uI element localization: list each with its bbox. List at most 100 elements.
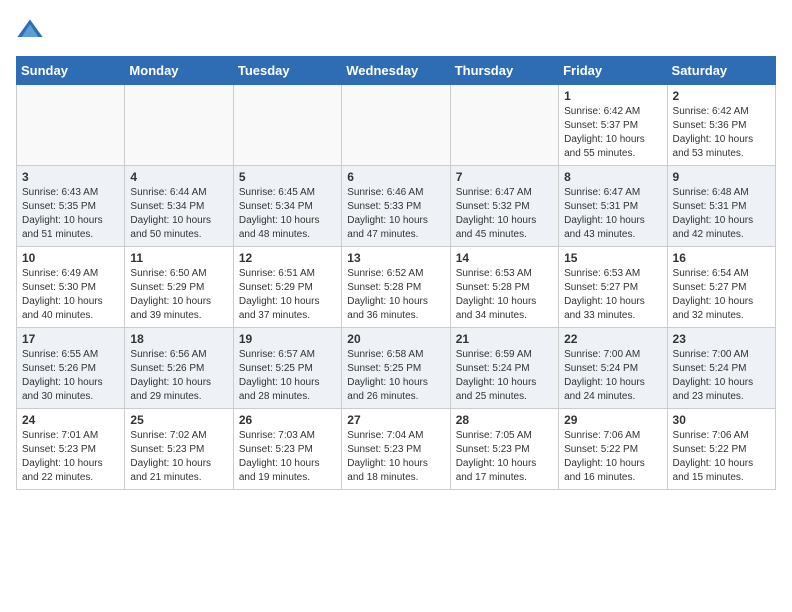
- day-info: Sunrise: 6:52 AM Sunset: 5:28 PM Dayligh…: [347, 267, 444, 323]
- calendar-day-cell: 21 Sunrise: 6:59 AM Sunset: 5:24 PM Dayli…: [450, 328, 558, 409]
- day-info: Sunrise: 7:04 AM Sunset: 5:23 PM Dayligh…: [347, 429, 444, 485]
- day-number: 2: [673, 89, 770, 103]
- day-info: Sunrise: 6:47 AM Sunset: 5:32 PM Dayligh…: [456, 186, 553, 242]
- day-info: Sunrise: 7:01 AM Sunset: 5:23 PM Dayligh…: [22, 429, 119, 485]
- column-header-tuesday: Tuesday: [233, 57, 341, 85]
- day-info: Sunrise: 6:50 AM Sunset: 5:29 PM Dayligh…: [130, 267, 227, 323]
- column-header-monday: Monday: [125, 57, 233, 85]
- day-number: 10: [22, 251, 119, 265]
- calendar-day-cell: 23 Sunrise: 7:00 AM Sunset: 5:24 PM Dayli…: [667, 328, 775, 409]
- day-number: 5: [239, 170, 336, 184]
- column-header-thursday: Thursday: [450, 57, 558, 85]
- day-info: Sunrise: 7:06 AM Sunset: 5:22 PM Dayligh…: [673, 429, 770, 485]
- logo: [16, 16, 48, 44]
- calendar-day-cell: 29 Sunrise: 7:06 AM Sunset: 5:22 PM Dayli…: [559, 409, 667, 490]
- calendar-week-row: 17Sunrise: 6:55 AM Sunset: 5:26 PM Dayli…: [17, 328, 776, 409]
- column-header-sunday: Sunday: [17, 57, 125, 85]
- day-info: Sunrise: 6:53 AM Sunset: 5:28 PM Dayligh…: [456, 267, 553, 323]
- calendar-day-cell: 5 Sunrise: 6:45 AM Sunset: 5:34 PM Daylig…: [233, 166, 341, 247]
- day-info: Sunrise: 6:48 AM Sunset: 5:31 PM Dayligh…: [673, 186, 770, 242]
- day-info: Sunrise: 6:59 AM Sunset: 5:24 PM Dayligh…: [456, 348, 553, 404]
- day-info: Sunrise: 7:02 AM Sunset: 5:23 PM Dayligh…: [130, 429, 227, 485]
- day-number: 11: [130, 251, 227, 265]
- calendar-day-cell: 6 Sunrise: 6:46 AM Sunset: 5:33 PM Daylig…: [342, 166, 450, 247]
- day-info: Sunrise: 6:47 AM Sunset: 5:31 PM Dayligh…: [564, 186, 661, 242]
- calendar-day-cell: 15Sunrise: 6:53 AM Sunset: 5:27 PM Dayli…: [559, 247, 667, 328]
- day-number: 29: [564, 413, 661, 427]
- day-info: Sunrise: 6:43 AM Sunset: 5:35 PM Dayligh…: [22, 186, 119, 242]
- day-info: Sunrise: 7:00 AM Sunset: 5:24 PM Dayligh…: [673, 348, 770, 404]
- calendar-day-cell: 17Sunrise: 6:55 AM Sunset: 5:26 PM Dayli…: [17, 328, 125, 409]
- day-number: 13: [347, 251, 444, 265]
- column-header-saturday: Saturday: [667, 57, 775, 85]
- day-info: Sunrise: 6:46 AM Sunset: 5:33 PM Dayligh…: [347, 186, 444, 242]
- day-number: 18: [130, 332, 227, 346]
- calendar-week-row: 10Sunrise: 6:49 AM Sunset: 5:30 PM Dayli…: [17, 247, 776, 328]
- day-number: 3: [22, 170, 119, 184]
- day-number: 25: [130, 413, 227, 427]
- day-number: 21: [456, 332, 553, 346]
- calendar-day-cell: 7 Sunrise: 6:47 AM Sunset: 5:32 PM Daylig…: [450, 166, 558, 247]
- calendar-day-cell: 13 Sunrise: 6:52 AM Sunset: 5:28 PM Dayli…: [342, 247, 450, 328]
- calendar-week-row: 1 Sunrise: 6:42 AM Sunset: 5:37 PM Daylig…: [17, 85, 776, 166]
- day-number: 23: [673, 332, 770, 346]
- calendar-week-row: 24 Sunrise: 7:01 AM Sunset: 5:23 PM Dayli…: [17, 409, 776, 490]
- day-number: 12: [239, 251, 336, 265]
- day-info: Sunrise: 6:55 AM Sunset: 5:26 PM Dayligh…: [22, 348, 119, 404]
- logo-icon: [16, 16, 44, 44]
- calendar-day-cell: 4 Sunrise: 6:44 AM Sunset: 5:34 PM Daylig…: [125, 166, 233, 247]
- day-info: Sunrise: 6:58 AM Sunset: 5:25 PM Dayligh…: [347, 348, 444, 404]
- calendar-day-cell: 11 Sunrise: 6:50 AM Sunset: 5:29 PM Dayli…: [125, 247, 233, 328]
- day-number: 26: [239, 413, 336, 427]
- day-number: 7: [456, 170, 553, 184]
- calendar-day-cell: 8 Sunrise: 6:47 AM Sunset: 5:31 PM Daylig…: [559, 166, 667, 247]
- day-number: 4: [130, 170, 227, 184]
- day-number: 16: [673, 251, 770, 265]
- column-header-wednesday: Wednesday: [342, 57, 450, 85]
- day-number: 30: [673, 413, 770, 427]
- day-info: Sunrise: 6:56 AM Sunset: 5:26 PM Dayligh…: [130, 348, 227, 404]
- calendar-day-cell: [233, 85, 341, 166]
- calendar-day-cell: 27 Sunrise: 7:04 AM Sunset: 5:23 PM Dayli…: [342, 409, 450, 490]
- day-number: 22: [564, 332, 661, 346]
- calendar-day-cell: 10Sunrise: 6:49 AM Sunset: 5:30 PM Dayli…: [17, 247, 125, 328]
- day-info: Sunrise: 6:51 AM Sunset: 5:29 PM Dayligh…: [239, 267, 336, 323]
- day-info: Sunrise: 7:00 AM Sunset: 5:24 PM Dayligh…: [564, 348, 661, 404]
- calendar-day-cell: 1 Sunrise: 6:42 AM Sunset: 5:37 PM Daylig…: [559, 85, 667, 166]
- day-number: 14: [456, 251, 553, 265]
- day-number: 8: [564, 170, 661, 184]
- day-info: Sunrise: 7:03 AM Sunset: 5:23 PM Dayligh…: [239, 429, 336, 485]
- calendar-day-cell: 24 Sunrise: 7:01 AM Sunset: 5:23 PM Dayli…: [17, 409, 125, 490]
- calendar-day-cell: 16 Sunrise: 6:54 AM Sunset: 5:27 PM Dayli…: [667, 247, 775, 328]
- day-number: 19: [239, 332, 336, 346]
- day-number: 27: [347, 413, 444, 427]
- day-number: 20: [347, 332, 444, 346]
- calendar-day-cell: 14 Sunrise: 6:53 AM Sunset: 5:28 PM Dayli…: [450, 247, 558, 328]
- day-info: Sunrise: 6:44 AM Sunset: 5:34 PM Dayligh…: [130, 186, 227, 242]
- calendar-day-cell: 2 Sunrise: 6:42 AM Sunset: 5:36 PM Daylig…: [667, 85, 775, 166]
- calendar-day-cell: 28 Sunrise: 7:05 AM Sunset: 5:23 PM Dayli…: [450, 409, 558, 490]
- calendar-day-cell: 19Sunrise: 6:57 AM Sunset: 5:25 PM Dayli…: [233, 328, 341, 409]
- day-number: 9: [673, 170, 770, 184]
- day-info: Sunrise: 6:42 AM Sunset: 5:36 PM Dayligh…: [673, 105, 770, 161]
- day-number: 24: [22, 413, 119, 427]
- calendar-header-row: SundayMondayTuesdayWednesdayThursdayFrid…: [17, 57, 776, 85]
- day-info: Sunrise: 6:45 AM Sunset: 5:34 PM Dayligh…: [239, 186, 336, 242]
- day-info: Sunrise: 6:54 AM Sunset: 5:27 PM Dayligh…: [673, 267, 770, 323]
- day-number: 6: [347, 170, 444, 184]
- day-info: Sunrise: 6:53 AM Sunset: 5:27 PM Dayligh…: [564, 267, 661, 323]
- calendar-table: SundayMondayTuesdayWednesdayThursdayFrid…: [16, 56, 776, 490]
- day-info: Sunrise: 6:42 AM Sunset: 5:37 PM Dayligh…: [564, 105, 661, 161]
- calendar-day-cell: [342, 85, 450, 166]
- day-number: 28: [456, 413, 553, 427]
- calendar-day-cell: 12 Sunrise: 6:51 AM Sunset: 5:29 PM Dayli…: [233, 247, 341, 328]
- calendar-day-cell: 20 Sunrise: 6:58 AM Sunset: 5:25 PM Dayli…: [342, 328, 450, 409]
- day-info: Sunrise: 7:06 AM Sunset: 5:22 PM Dayligh…: [564, 429, 661, 485]
- calendar-day-cell: [125, 85, 233, 166]
- day-number: 1: [564, 89, 661, 103]
- day-info: Sunrise: 7:05 AM Sunset: 5:23 PM Dayligh…: [456, 429, 553, 485]
- calendar-day-cell: 9 Sunrise: 6:48 AM Sunset: 5:31 PM Daylig…: [667, 166, 775, 247]
- page-header: [16, 16, 776, 44]
- calendar-day-cell: 25 Sunrise: 7:02 AM Sunset: 5:23 PM Dayli…: [125, 409, 233, 490]
- calendar-day-cell: 18 Sunrise: 6:56 AM Sunset: 5:26 PM Dayli…: [125, 328, 233, 409]
